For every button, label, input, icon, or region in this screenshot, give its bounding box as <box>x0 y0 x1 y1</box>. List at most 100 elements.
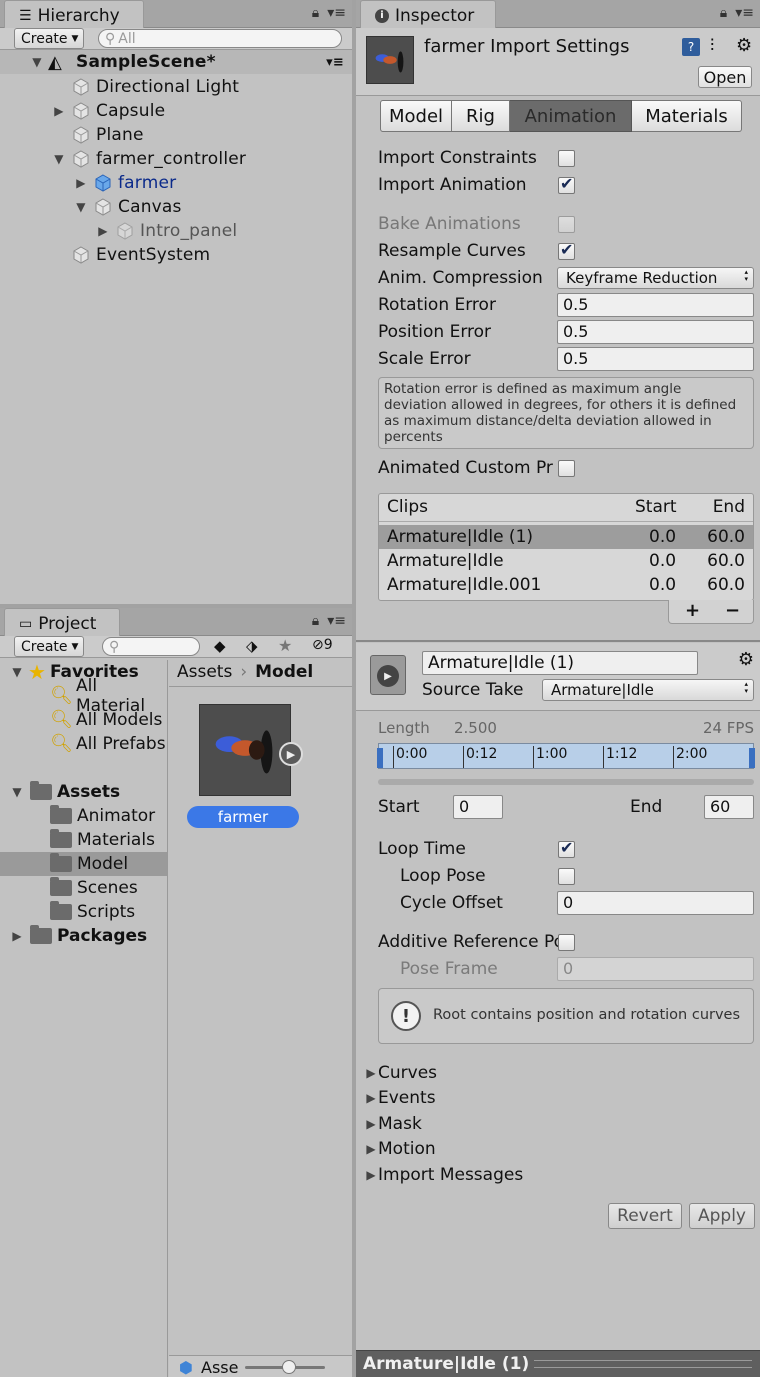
tree-item-materials[interactable]: Materials <box>0 828 167 852</box>
panel-menu-icon[interactable]: ▾≡ <box>327 613 346 629</box>
tree-item-all-materials[interactable]: 🔍︎ All Material <box>0 676 167 716</box>
rotation-error-input[interactable]: 0.5 <box>557 293 754 317</box>
expand-arrow-icon[interactable]: ▶ <box>10 929 24 943</box>
clip-name-input[interactable]: Armature|Idle (1) <box>422 651 698 675</box>
tree-item-all-prefabs[interactable]: 🔍︎ All Prefabs <box>0 732 167 756</box>
start-input[interactable]: 0 <box>453 795 503 819</box>
expand-arrow-icon[interactable]: ▶ <box>52 104 66 118</box>
hierarchy-create-button[interactable]: Create ▼ <box>14 28 84 49</box>
add-clip-button[interactable]: + <box>685 600 700 621</box>
collapse-arrow-icon[interactable]: ▼ <box>52 152 66 166</box>
section-import-messages[interactable]: ▶ Import Messages <box>364 1163 523 1187</box>
project-tab[interactable]: ▭ Project <box>4 608 120 636</box>
tree-item-model[interactable]: Model <box>0 852 167 876</box>
source-take-dropdown[interactable]: Armature|Idle <box>542 679 754 701</box>
hierarchy-item-directional-light[interactable]: Directional Light <box>0 75 352 99</box>
remove-clip-button[interactable]: − <box>725 600 740 621</box>
tree-item-scenes[interactable]: Scenes <box>0 876 167 900</box>
open-button[interactable]: Open <box>698 66 752 88</box>
play-clip-icon[interactable]: ▶ <box>370 655 406 695</box>
expand-arrow-icon[interactable]: ▼ <box>30 55 44 69</box>
anim-compression-dropdown[interactable]: Keyframe Reduction <box>557 267 754 289</box>
preview-drag-handle[interactable] <box>534 1360 752 1368</box>
collapse-arrow-icon[interactable]: ▼ <box>74 200 88 214</box>
tree-item-all-models[interactable]: 🔍︎ All Models <box>0 708 167 732</box>
scene-row[interactable]: ▼ ◭ SampleScene* ▾≡ <box>0 50 352 74</box>
filter-by-label-icon[interactable]: ⬗ <box>246 637 258 655</box>
section-motion[interactable]: ▶ Motion <box>364 1137 435 1161</box>
scene-menu-icon[interactable]: ▾≡ <box>326 55 344 70</box>
collapse-arrow-icon[interactable]: ▼ <box>10 665 24 679</box>
preset-sliders-icon[interactable]: ⫶ <box>710 36 714 56</box>
asset-thumbnail-farmer[interactable] <box>199 704 291 796</box>
panel-menu-icon[interactable]: ▾≡ <box>735 5 754 21</box>
lock-icon[interactable]: 🔒︎ <box>720 5 727 21</box>
expand-arrow-icon[interactable]: ▶ <box>96 224 110 238</box>
timeline-end-marker[interactable] <box>749 748 755 768</box>
bake-animations-checkbox[interactable] <box>558 215 575 233</box>
section-events[interactable]: ▶ Events <box>364 1086 435 1110</box>
project-search-input[interactable]: ⚲ <box>102 637 200 656</box>
tab-animation[interactable]: Animation <box>510 100 632 132</box>
hierarchy-item-farmer[interactable]: ▶ farmer <box>0 171 352 195</box>
tree-item-assets[interactable]: ▼ Assets <box>0 780 167 804</box>
lock-icon[interactable]: 🔒︎ <box>312 613 319 629</box>
import-animation-checkbox[interactable] <box>558 174 575 194</box>
asset-label-farmer[interactable]: farmer <box>187 806 299 828</box>
hierarchy-item-intro-panel[interactable]: ▶ Intro_panel <box>0 219 352 243</box>
tree-item-packages[interactable]: ▶ Packages <box>0 924 167 948</box>
preview-bar[interactable]: Armature|Idle (1) <box>356 1350 760 1377</box>
scale-error-input[interactable]: 0.5 <box>557 347 754 371</box>
loop-pose-checkbox[interactable] <box>558 867 575 885</box>
cycle-offset-input[interactable]: 0 <box>557 891 754 915</box>
expand-arrow-icon[interactable]: ▶ <box>74 176 88 190</box>
loop-pose-label: Loop Pose <box>400 866 486 886</box>
inspector-tab[interactable]: i Inspector <box>360 0 496 28</box>
breadcrumb-assets[interactable]: Assets <box>177 662 232 682</box>
import-constraints-checkbox[interactable] <box>558 149 575 167</box>
resample-curves-checkbox[interactable] <box>558 240 575 260</box>
icon-size-slider-thumb[interactable] <box>282 1360 296 1374</box>
hierarchy-item-farmer-controller[interactable]: ▼ farmer_controller <box>0 147 352 171</box>
tab-rig[interactable]: Rig <box>452 100 510 132</box>
tab-model[interactable]: Model <box>380 100 452 132</box>
filter-by-type-icon[interactable]: ◆ <box>214 637 226 655</box>
collapse-arrow-icon[interactable]: ▼ <box>10 785 24 799</box>
gear-icon[interactable]: ⚙ <box>736 35 752 56</box>
tree-label: Packages <box>57 926 148 946</box>
gear-icon[interactable]: ⚙ <box>738 649 754 670</box>
play-preview-icon[interactable]: ▶ <box>279 742 303 766</box>
hidden-packages-icon[interactable]: ⊘9 <box>312 637 333 653</box>
clip-row[interactable]: Armature|Idle (1) 0.0 60.0 <box>379 525 753 549</box>
end-input[interactable]: 60 <box>704 795 754 819</box>
timeline-scrollbar[interactable] <box>378 779 754 785</box>
hierarchy-search-input[interactable]: ⚲ All <box>98 29 342 48</box>
hierarchy-item-eventsystem[interactable]: EventSystem <box>0 243 352 267</box>
hierarchy-item-canvas[interactable]: ▼ Canvas <box>0 195 352 219</box>
help-book-icon[interactable]: ? <box>682 38 700 56</box>
clip-row[interactable]: Armature|Idle.001 0.0 60.0 <box>379 573 753 597</box>
lock-icon[interactable]: 🔒︎ <box>312 5 319 21</box>
section-curves[interactable]: ▶ Curves <box>364 1061 437 1085</box>
tab-materials[interactable]: Materials <box>632 100 742 132</box>
hierarchy-tab[interactable]: ☰ Hierarchy <box>4 0 144 28</box>
revert-button[interactable]: Revert <box>608 1203 682 1229</box>
additive-reference-checkbox[interactable] <box>558 933 575 951</box>
hierarchy-item-plane[interactable]: Plane <box>0 123 352 147</box>
favorite-star-icon[interactable]: ★ <box>278 636 292 655</box>
timeline-ruler[interactable]: 0:00 0:12 1:00 1:12 2:00 <box>377 743 755 769</box>
animated-custom-checkbox[interactable] <box>558 459 575 477</box>
tree-item-animator[interactable]: Animator <box>0 804 167 828</box>
hierarchy-item-capsule[interactable]: ▶ Capsule <box>0 99 352 123</box>
tree-item-scripts[interactable]: Scripts <box>0 900 167 924</box>
pose-frame-input[interactable]: 0 <box>557 957 754 981</box>
timeline-start-marker[interactable] <box>377 748 383 768</box>
loop-time-checkbox[interactable] <box>558 838 575 858</box>
clip-row[interactable]: Armature|Idle 0.0 60.0 <box>379 549 753 573</box>
apply-button[interactable]: Apply <box>689 1203 755 1229</box>
breadcrumb-model[interactable]: Model <box>255 662 313 682</box>
project-create-button[interactable]: Create ▼ <box>14 636 84 657</box>
panel-menu-icon[interactable]: ▾≡ <box>327 5 346 21</box>
position-error-input[interactable]: 0.5 <box>557 320 754 344</box>
section-mask[interactable]: ▶ Mask <box>364 1112 421 1136</box>
